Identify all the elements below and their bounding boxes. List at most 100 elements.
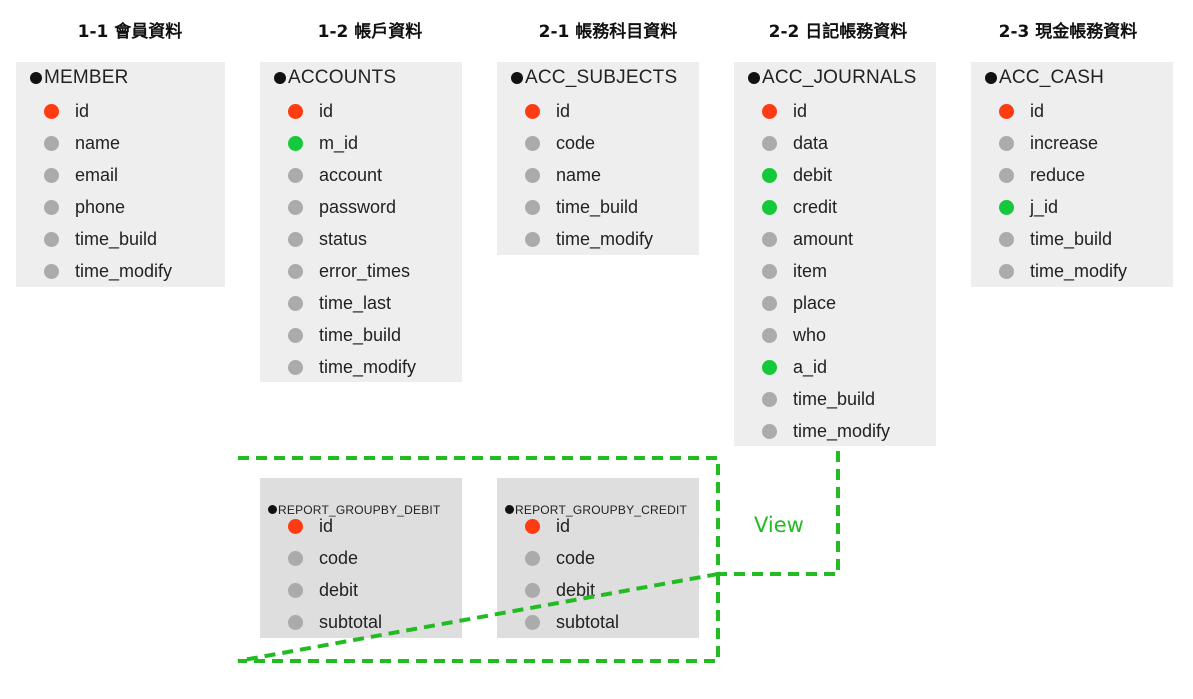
column-key-icon [762,328,777,343]
field-label: a_id [793,357,828,377]
field-label: name [75,133,121,153]
field-row: name [525,163,601,187]
field-row: time_modify [44,259,172,283]
field-label: time_last [319,293,392,313]
view-report-groupby-debit: REPORT_GROUPBY_DEBIT id code debit subtotal [260,478,462,638]
field-label: place [793,293,837,313]
bullet-icon [30,72,42,84]
table-name: ACCOUNTS [274,68,396,88]
field-row: time_build [999,227,1112,251]
field-row: phone [44,195,125,219]
table-acc-subjects: ACC_SUBJECTS id code name time_build time_mod… [497,62,699,255]
table-name: MEMBER [30,68,129,88]
primary-key-icon [288,519,303,534]
column-key-icon [999,168,1014,183]
field-row: j_id [999,195,1058,219]
primary-key-icon [762,104,777,119]
column-key-icon [999,264,1014,279]
field-row: email [44,163,118,187]
primary-key-icon [44,104,59,119]
field-label: debit [793,165,833,185]
field-row: account [288,163,382,187]
field-row: who [762,323,826,347]
field-row: increase [999,131,1098,155]
foreign-key-icon [762,168,777,183]
heading-acc-journals: 2-2 日記帳務資料 [768,22,908,42]
foreign-key-icon [999,200,1014,215]
field-label: account [319,165,383,185]
field-row: id [288,99,333,123]
field-row: place [762,291,836,315]
foreign-key-icon [762,360,777,375]
field-label: code [556,548,596,568]
column-key-icon [288,551,303,566]
column-key-icon [44,232,59,247]
column-key-icon [525,168,540,183]
heading-member: 1-1 會員資料 [77,22,183,42]
field-row: item [762,259,827,283]
field-row: code [288,546,358,570]
column-key-icon [999,232,1014,247]
column-key-icon [762,136,777,151]
field-row: time_modify [525,227,653,251]
field-label: id [319,516,334,536]
field-row: id [525,514,570,538]
field-row: name [44,131,120,155]
field-label: error_times [319,261,411,281]
table-acc-cash: ACC_CASH id increase reduce j_id time_build ti… [971,62,1173,287]
field-label: time_build [75,229,158,249]
heading-acc-subjects: 2-1 帳務科目資料 [538,22,678,42]
bullet-icon [505,505,514,514]
field-row: debit [762,163,832,187]
field-row: time_last [288,291,391,315]
field-row: debit [525,578,595,602]
field-row: id [762,99,807,123]
field-label: who [793,325,827,345]
field-row: m_id [288,131,358,155]
table-name-label: ACCOUNTS [288,67,397,88]
column-key-icon [288,583,303,598]
table-name-label: ACC_JOURNALS [762,67,917,88]
field-label: amount [793,229,854,249]
field-row: id [525,99,570,123]
field-label: time_modify [556,229,654,249]
field-label: debit [556,580,596,600]
field-label: data [793,133,829,153]
field-row: credit [762,195,837,219]
field-label: item [793,261,828,281]
field-label: email [75,165,119,185]
column-key-icon [288,232,303,247]
field-label: reduce [1030,165,1086,185]
column-key-icon [525,232,540,247]
table-name-label: MEMBER [44,67,129,88]
table-accounts: ACCOUNTS id m_id account password status error… [260,62,462,382]
column-key-icon [288,360,303,375]
heading-acc-cash: 2-3 現金帳務資料 [998,22,1138,42]
field-label: time_build [793,389,876,409]
field-label: time_build [319,325,402,345]
table-name: ACC_CASH [985,68,1104,88]
column-key-icon [525,583,540,598]
field-row: time_build [288,323,401,347]
field-label: time_build [556,197,639,217]
field-label: subtotal [319,612,383,632]
field-label: id [1030,101,1045,121]
primary-key-icon [999,104,1014,119]
column-key-icon [762,264,777,279]
column-key-icon [525,136,540,151]
field-label: increase [1030,133,1099,153]
field-label: m_id [319,133,359,153]
table-member: MEMBER id name email phone time_build time_mod… [16,62,225,287]
column-key-icon [288,264,303,279]
field-label: code [319,548,359,568]
bullet-icon [748,72,760,84]
field-row: code [525,546,595,570]
column-key-icon [288,296,303,311]
table-name-label: ACC_CASH [999,67,1105,88]
column-key-icon [288,328,303,343]
field-label: debit [319,580,359,600]
table-acc-journals: ACC_JOURNALSid data debit credit amount item p… [734,62,936,446]
field-row: time_modify [288,355,416,379]
field-label: id [319,101,334,121]
column-key-icon [44,168,59,183]
